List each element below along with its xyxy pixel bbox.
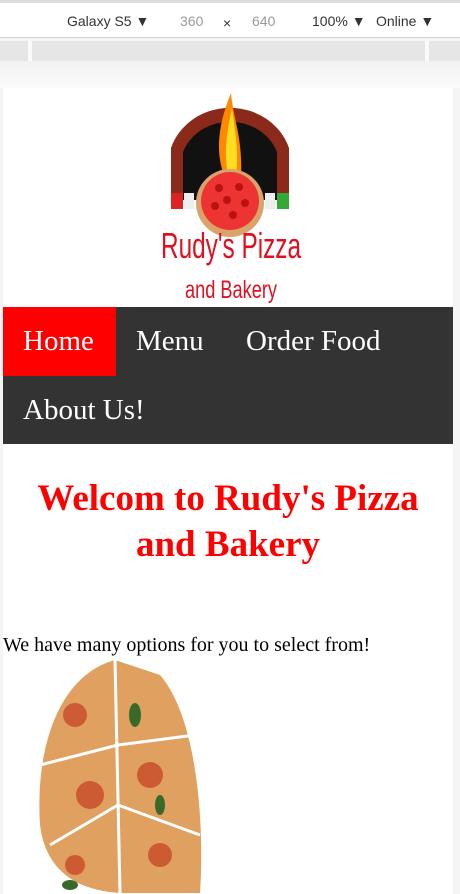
nav-home[interactable]: Home — [3, 307, 116, 376]
nav-menu[interactable]: Menu — [116, 307, 224, 376]
device-select[interactable]: Galaxy S5 ▼ — [67, 13, 149, 29]
rudys-pizza-logo: Rudy's Pizza and Bakery — [161, 93, 302, 304]
main-nav: Home Menu Order Food About Us! — [3, 307, 453, 444]
nav-about-us[interactable]: About Us! — [3, 376, 165, 445]
width-input[interactable]: 360 — [180, 13, 203, 29]
nav-order-food[interactable]: Order Food — [226, 307, 401, 376]
media-query-ruler — [0, 41, 460, 61]
pizza-image — [39, 659, 202, 894]
page-heading: Welcom to Rudy's Pizza and Bakery — [37, 478, 419, 565]
times-sign: × — [223, 15, 232, 31]
zoom-select[interactable]: 100% ▼ — [312, 13, 366, 29]
height-input[interactable]: 640 — [252, 13, 275, 29]
svg-text:Rudy's Pizza: Rudy's Pizza — [161, 225, 302, 266]
intro-text: We have many options for you to select f… — [3, 634, 371, 656]
network-select[interactable]: Online ▼ — [376, 13, 434, 29]
svg-text:and Bakery: and Bakery — [185, 276, 277, 304]
viewport: Rudy's Pizza and Bakery Home Menu Order … — [3, 88, 453, 894]
device-toolbar: Galaxy S5 ▼ 360 × 640 100% ▼ Online ▼ — [0, 0, 460, 38]
